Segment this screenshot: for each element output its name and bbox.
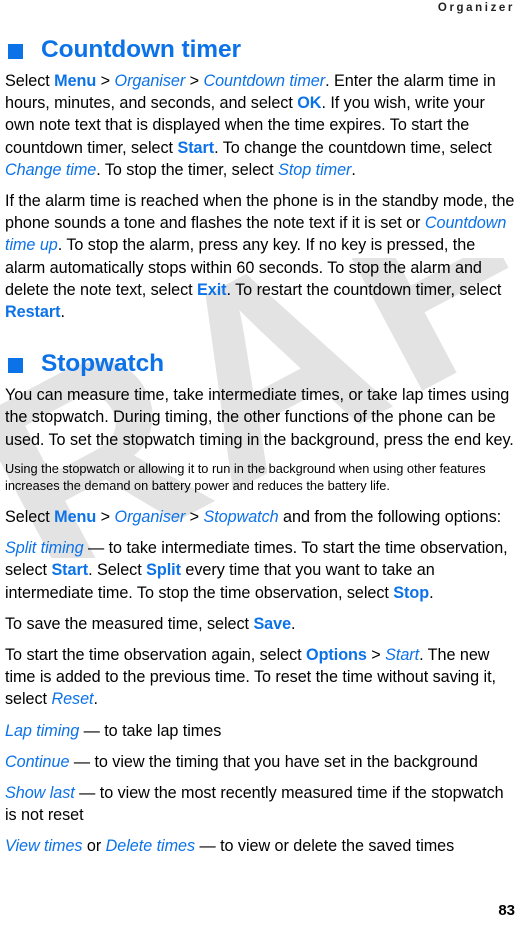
text-run: . xyxy=(429,583,434,602)
text-run: > xyxy=(366,646,386,665)
option-split-timing: Split timing — to take intermediate time… xyxy=(5,537,517,604)
reference-label: Lap timing xyxy=(5,721,80,740)
reference-label: Reset xyxy=(51,690,94,709)
section-heading-text: Stopwatch xyxy=(41,350,164,378)
command-label: Save xyxy=(253,614,292,633)
command-label: Start xyxy=(51,561,89,580)
stopwatch-p1: You can measure time, take intermediate … xyxy=(5,384,517,451)
text-run: You can measure time, take intermediate … xyxy=(5,386,514,449)
text-run: To save the measured time, select xyxy=(5,614,254,633)
text-run: . To stop the timer, select xyxy=(96,160,279,179)
text-run: . xyxy=(93,690,98,709)
text-run: To start the time observation again, sel… xyxy=(5,646,307,665)
page-content: Countdown timer Select Menu > Organiser >… xyxy=(5,36,517,867)
command-label: Stop xyxy=(393,583,430,602)
text-run: or xyxy=(82,837,106,856)
square-bullet-icon xyxy=(8,357,23,373)
square-bullet-icon xyxy=(8,43,23,59)
command-label: Restart xyxy=(5,303,61,322)
reference-label: Organiser xyxy=(114,72,186,90)
text-run: — to view the timing that you have set i… xyxy=(69,752,478,771)
option-lap-timing: Lap timing — to take lap times xyxy=(5,720,517,742)
reference-label: Delete times xyxy=(105,837,196,856)
text-run: . Select xyxy=(88,561,147,580)
section-heading-stopwatch: Stopwatch xyxy=(5,350,517,378)
command-label: Start xyxy=(177,138,215,157)
text-run: — to view or delete the saved times xyxy=(195,837,455,856)
option-show-last: Show last — to view the most recently me… xyxy=(5,782,517,826)
countdown-p1: Select Menu > Organiser > Countdown time… xyxy=(5,70,517,181)
text-run: — to take lap times xyxy=(79,721,222,740)
text-run: . xyxy=(291,614,296,633)
text-run: > xyxy=(185,508,204,527)
page-number: 83 xyxy=(498,902,515,919)
option-view-delete-times: View times or Delete times — to view or … xyxy=(5,835,517,857)
reference-label: Stopwatch xyxy=(203,508,279,527)
text-run: Using the stopwatch or allowing it to ru… xyxy=(5,460,486,494)
reference-label: Stop timer xyxy=(278,160,352,179)
text-run: — to view the most recently measured tim… xyxy=(5,784,504,825)
stopwatch-p4: To start the time observation again, sel… xyxy=(5,644,517,711)
text-run: . To change the countdown time, select xyxy=(214,138,492,157)
stopwatch-p2: Select Menu > Organiser > Stopwatch and … xyxy=(5,506,517,528)
reference-label: Start xyxy=(385,646,420,665)
reference-label: Organiser xyxy=(114,508,186,527)
reference-label: Countdown timer xyxy=(203,72,326,90)
command-label: Options xyxy=(306,646,367,665)
reference-label: Continue xyxy=(5,752,70,771)
stopwatch-note: Using the stopwatch or allowing it to ru… xyxy=(5,460,517,495)
running-head: Organizer xyxy=(437,2,515,14)
text-run: > xyxy=(96,72,115,90)
command-label: Menu xyxy=(54,508,97,527)
command-label: Split xyxy=(146,561,181,580)
section-heading-text: Countdown timer xyxy=(41,36,241,63)
command-label: OK xyxy=(297,94,322,113)
manual-page: DRAFT Organizer Countdown timerSelect Me… xyxy=(0,0,520,925)
stopwatch-p3: To save the measured time, select Save. xyxy=(5,613,517,635)
section-heading-countdown-timer: Countdown timer xyxy=(5,36,517,64)
text-run: > xyxy=(96,508,115,527)
text-run: Select xyxy=(5,508,55,527)
option-continue: Continue — to view the timing that you h… xyxy=(5,751,517,773)
text-run: . xyxy=(60,303,65,322)
command-label: Menu xyxy=(54,72,97,90)
reference-label: Split timing xyxy=(5,539,84,558)
reference-label: Show last xyxy=(5,784,75,803)
command-label: Exit xyxy=(197,280,227,299)
reference-label: View times xyxy=(5,837,83,856)
text-run: . To restart the countdown timer, select xyxy=(226,280,502,299)
countdown-p2: If the alarm time is reached when the ph… xyxy=(5,190,517,323)
reference-label: Change time xyxy=(5,160,97,179)
text-run: . xyxy=(351,160,356,179)
text-run: and from the following options: xyxy=(278,508,502,527)
text-run: > xyxy=(185,72,204,90)
text-run: Select xyxy=(5,72,55,90)
